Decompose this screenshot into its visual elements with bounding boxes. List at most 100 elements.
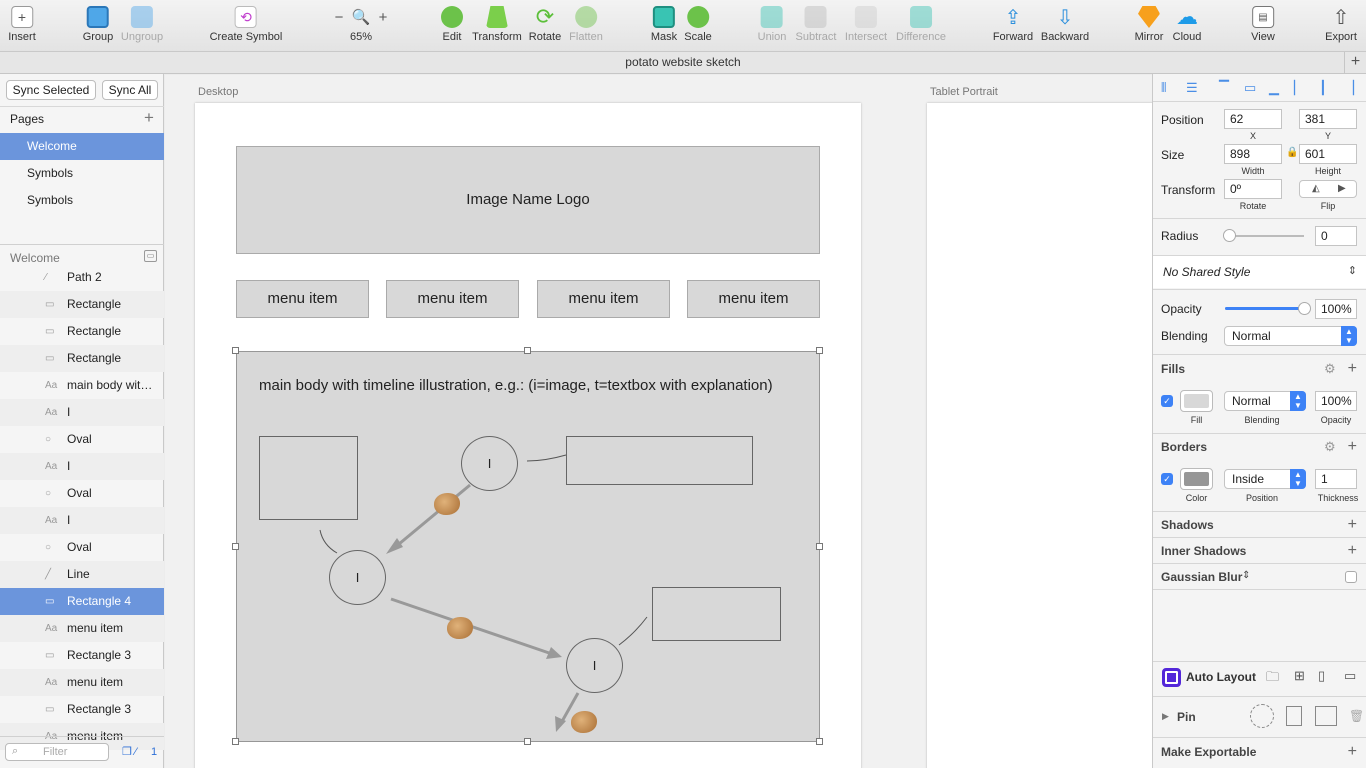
potato-icon[interactable] [447,617,473,639]
filter-field[interactable]: ⌕ Filter [5,743,109,761]
sync-selected-button[interactable]: Sync Selected [6,80,96,100]
potato-icon[interactable] [434,493,460,515]
page-item-symbols-2[interactable]: Symbols [0,187,164,214]
flatten-button[interactable]: Flatten [569,6,603,43]
resize-handle[interactable] [524,347,531,354]
fill-blending-select[interactable]: Normal ▲ ▼ [1224,391,1306,411]
union-button[interactable]: Union [758,6,786,43]
device-icon[interactable]: ▯ [1318,668,1325,684]
distribute-horizontal-icon[interactable]: ⫴ [1161,80,1166,96]
layer-item[interactable]: Aa I [0,399,164,426]
layer-item[interactable]: Aa I [0,507,164,534]
layer-item[interactable]: ○ Oval [0,534,164,561]
fill-opacity-field[interactable]: 100% [1315,391,1357,411]
create-symbol-button[interactable]: ⟲ Create Symbol [210,6,282,43]
subtract-button[interactable]: Subtract [796,6,836,43]
pin-horizontal-icon[interactable] [1315,706,1337,726]
add-shadow-icon[interactable]: + [1348,517,1357,533]
layer-item[interactable]: Aa menu item [0,669,164,696]
zoom-control[interactable]: − 🔍 + 65% [331,6,391,43]
opacity-field[interactable]: 100% [1315,299,1357,319]
make-exportable-label[interactable]: Make Exportable [1161,745,1256,759]
page-item-symbols[interactable]: Symbols [0,160,164,187]
layer-item[interactable]: Aa I [0,453,164,480]
gaussian-blur-header[interactable]: Gaussian Blur [1161,570,1242,584]
border-checkbox[interactable]: ✓ [1161,473,1173,485]
resize-handle[interactable] [232,738,239,745]
mask-button[interactable]: Mask [651,6,677,43]
fill-color-swatch[interactable] [1180,390,1213,412]
gaussian-blur-checkbox[interactable] [1345,571,1357,583]
opacity-slider-knob[interactable] [1298,302,1311,315]
add-tab-button[interactable]: + [1344,52,1366,73]
backward-button[interactable]: ⇩ Backward [1041,6,1089,44]
image-circle-3[interactable]: I [566,638,623,693]
flip-horizontal-icon[interactable]: ◭ [1312,181,1320,197]
resize-handle[interactable] [816,543,823,550]
mirror-button[interactable]: Mirror [1135,6,1163,43]
ungroup-button[interactable]: Ungroup [121,6,163,43]
layer-item[interactable]: ▭ Rectangle 3 [0,642,164,669]
position-y-field[interactable]: 381 [1299,109,1357,129]
resize-handle[interactable] [524,738,531,745]
layer-item[interactable]: ⁄ Path 2 [0,264,164,291]
blending-select[interactable]: Normal ▲ ▼ [1224,326,1357,346]
layer-item[interactable]: ○ Oval [0,426,164,453]
auto-layout-label[interactable]: Auto Layout [1186,670,1256,684]
page-item-welcome[interactable]: Welcome [0,133,164,160]
layer-item[interactable]: Aa menu item [0,615,164,642]
layer-item[interactable]: Aa main body wit… [0,372,164,399]
intersect-button[interactable]: Intersect [845,6,887,43]
align-middle-icon[interactable]: ▭ [1244,80,1256,96]
fill-checkbox[interactable]: ✓ [1161,395,1173,407]
image-circle-2[interactable]: I [329,550,386,605]
responsive-icon[interactable]: ▭ [1344,668,1356,684]
lock-icon[interactable]: 🔒 [1286,147,1298,158]
cloud-button[interactable]: ☁ Cloud [1173,4,1202,43]
flip-vertical-icon[interactable]: ▶ [1338,181,1346,197]
chevron-updown-icon[interactable]: ⇕ [1242,570,1250,581]
grid-icon[interactable]: ⊞ [1294,668,1305,684]
view-button[interactable]: ▤ View [1251,6,1275,43]
flip-control[interactable]: ◭ ▶ [1299,180,1357,198]
collapse-layers-icon[interactable]: ▭ [144,250,157,262]
pin-vertical-icon[interactable] [1286,706,1302,726]
canvas[interactable]: Desktop Tablet Portrait Image Name Logo … [165,75,1152,768]
rotate-field[interactable]: 0º [1224,179,1282,199]
shared-style-selector[interactable]: No Shared Style ⇕ [1153,256,1366,288]
layer-item[interactable]: ╱ Line [0,561,164,588]
width-field[interactable]: 898 [1224,144,1282,164]
position-x-field[interactable]: 62 [1224,109,1282,129]
add-fill-icon[interactable]: + [1348,361,1357,377]
rotate-button[interactable]: ⟳ Rotate [529,4,561,43]
layer-item[interactable]: ▭ Rectangle [0,318,164,345]
radius-field[interactable]: 0 [1315,226,1357,246]
border-color-swatch[interactable] [1180,468,1213,490]
folder-icon[interactable]: 🗀 [1266,668,1279,690]
symbol-filter-icon[interactable]: ❐ ⁄ [122,745,137,758]
gear-icon[interactable]: ⚙ [1324,439,1336,455]
resize-handle[interactable] [232,347,239,354]
layer-item[interactable]: ○ Oval [0,480,164,507]
radius-slider[interactable] [1229,235,1304,237]
add-inner-shadow-icon[interactable]: + [1348,543,1357,559]
align-top-icon[interactable]: ▔ [1219,80,1229,96]
align-center-icon[interactable]: ┃ [1319,80,1327,96]
difference-button[interactable]: Difference [896,6,946,43]
add-border-icon[interactable]: + [1348,439,1357,455]
edit-button[interactable]: Edit [441,6,463,43]
potato-icon[interactable] [571,711,597,733]
align-bottom-icon[interactable]: ▁ [1269,80,1279,96]
image-circle-1[interactable]: I [461,436,518,491]
distribute-vertical-icon[interactable]: ☰ [1186,80,1198,96]
pin-label[interactable]: Pin [1177,710,1196,724]
resize-handle[interactable] [816,738,823,745]
border-position-select[interactable]: Inside ▲ ▼ [1224,469,1306,489]
layer-item[interactable]: ▭ Rectangle [0,345,164,372]
add-page-icon[interactable]: + [144,108,154,128]
scale-button[interactable]: Scale [684,6,712,43]
group-button[interactable]: Group [83,6,113,43]
add-export-icon[interactable]: + [1348,744,1357,760]
export-button[interactable]: ⇧ Export [1325,6,1357,44]
height-field[interactable]: 601 [1299,144,1357,164]
